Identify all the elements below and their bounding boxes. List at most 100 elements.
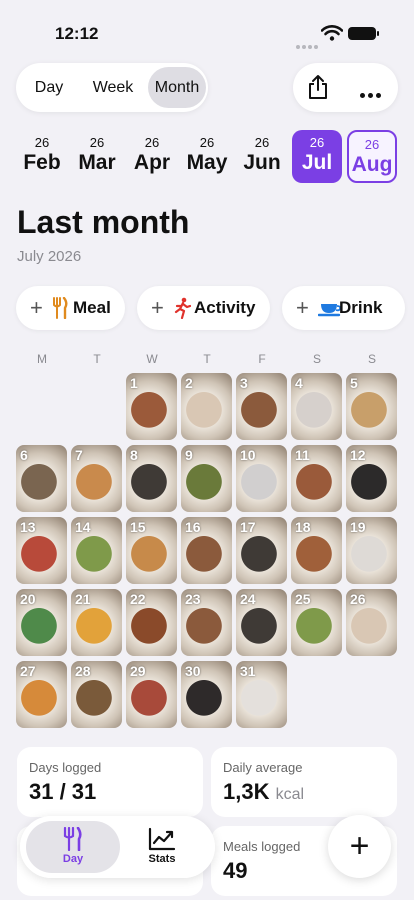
calendar-day[interactable]: 5 [346,373,397,440]
calendar-day[interactable]: 7 [71,445,122,512]
month-label: Apr [133,151,171,174]
add-drink-button[interactable]: + Drink [282,286,405,330]
day-number: 17 [240,519,256,535]
day-number: 6 [20,447,28,463]
segment-day[interactable]: Day [20,67,78,108]
segment-month[interactable]: Month [148,67,206,108]
day-number: 12 [350,447,366,463]
day-number: 9 [185,447,193,463]
month-aug[interactable]: 26 Aug [347,130,397,183]
month-mar[interactable]: 26 Mar [72,130,122,183]
weekday-label: T [93,352,101,366]
day-number: 1 [130,375,138,391]
tab-stats[interactable]: Stats [115,821,209,873]
days-logged-value: 31 / 31 [29,779,97,804]
plus-icon: + [151,295,164,320]
battery-icon [348,27,379,40]
calendar-day[interactable]: 16 [181,517,232,584]
daily-average-unit: kcal [275,786,305,803]
calendar-day[interactable]: 13 [16,517,67,584]
fork-knife-icon [53,297,68,319]
month-label: Jun [243,151,281,174]
month-feb[interactable]: 26 Feb [17,130,67,183]
day-number: 28 [75,663,91,679]
daily-average-row: 1,3K kcal [223,779,304,805]
calendar-day[interactable]: 3 [236,373,287,440]
day-number: 19 [350,519,366,535]
day-number: 18 [295,519,311,535]
calendar-day[interactable]: 19 [346,517,397,584]
calendar-day[interactable]: 17 [236,517,287,584]
weekday-label: W [146,352,158,366]
calendar-day[interactable]: 8 [126,445,177,512]
more-icon[interactable] [360,85,384,103]
month-year: 26 [364,137,380,152]
calendar-day[interactable]: 2 [181,373,232,440]
month-jul[interactable]: 26 Jul [292,130,342,183]
calendar-day[interactable]: 9 [181,445,232,512]
add-button[interactable]: + [328,815,391,878]
calendar-day[interactable]: 12 [346,445,397,512]
calendar-day[interactable]: 21 [71,589,122,656]
period-segmented-control: Day Week Month [16,63,208,112]
daily-average-label: Daily average [223,760,303,775]
calendar-day[interactable]: 6 [16,445,67,512]
plus-icon: + [349,827,370,865]
day-number: 21 [75,591,91,607]
weekday-label: T [203,352,211,366]
day-number: 26 [350,591,366,607]
calendar-day[interactable]: 18 [291,517,342,584]
month-year: 26 [89,135,105,150]
weekday-label: M [37,352,47,366]
day-number: 29 [130,663,146,679]
day-number: 15 [130,519,146,535]
action-buttons-group [293,63,398,112]
day-number: 5 [350,375,358,391]
segment-week[interactable]: Week [80,67,146,108]
month-label: Mar [78,151,116,174]
calendar-empty-cell [346,661,397,728]
calendar-day[interactable]: 30 [181,661,232,728]
weekday-label: S [312,352,321,366]
calendar-day[interactable]: 27 [16,661,67,728]
month-selector: 26 Feb 26 Mar 26 Apr 26 May 26 Jun 26 Jul 26 Au… [12,130,412,184]
status-time: 12:12 [55,24,99,43]
calendar-day[interactable]: 23 [181,589,232,656]
add-activity-button[interactable]: + Activity [137,286,270,330]
month-apr[interactable]: 26 Apr [127,130,177,183]
calendar-day[interactable]: 25 [291,589,342,656]
calendar-day[interactable]: 20 [16,589,67,656]
calendar-day[interactable]: 28 [71,661,122,728]
calendar-day[interactable]: 14 [71,517,122,584]
month-year: 26 [144,135,160,150]
calendar-day[interactable]: 1 [126,373,177,440]
calendar-day[interactable]: 11 [291,445,342,512]
add-meal-button[interactable]: + Meal [16,286,125,330]
calendar-day[interactable]: 24 [236,589,287,656]
tab-day[interactable]: Day [26,821,120,873]
month-label: Feb [23,151,61,174]
plus-icon: + [296,295,309,320]
calendar-day[interactable]: 22 [126,589,177,656]
calendar-day[interactable]: 29 [126,661,177,728]
day-number: 13 [20,519,36,535]
fork-knife-icon [63,827,82,851]
runner-icon [174,297,191,319]
page-title: Last month [17,204,190,240]
tab-day-label: Day [62,853,84,865]
month-may[interactable]: 26 May [182,130,232,183]
calendar-day[interactable]: 10 [236,445,287,512]
month-year: 26 [34,135,50,150]
calendar-day[interactable]: 26 [346,589,397,656]
calendar-day[interactable]: 15 [126,517,177,584]
day-number: 8 [130,447,138,463]
day-number: 30 [185,663,201,679]
share-icon[interactable] [307,74,329,100]
weekday-label: F [258,352,266,366]
month-year: 26 [254,135,270,150]
calendar-day[interactable]: 4 [291,373,342,440]
calendar-day[interactable]: 31 [236,661,287,728]
month-jun[interactable]: 26 Jun [237,130,287,183]
activity-label: Activity [194,298,256,317]
day-number: 14 [75,519,91,535]
